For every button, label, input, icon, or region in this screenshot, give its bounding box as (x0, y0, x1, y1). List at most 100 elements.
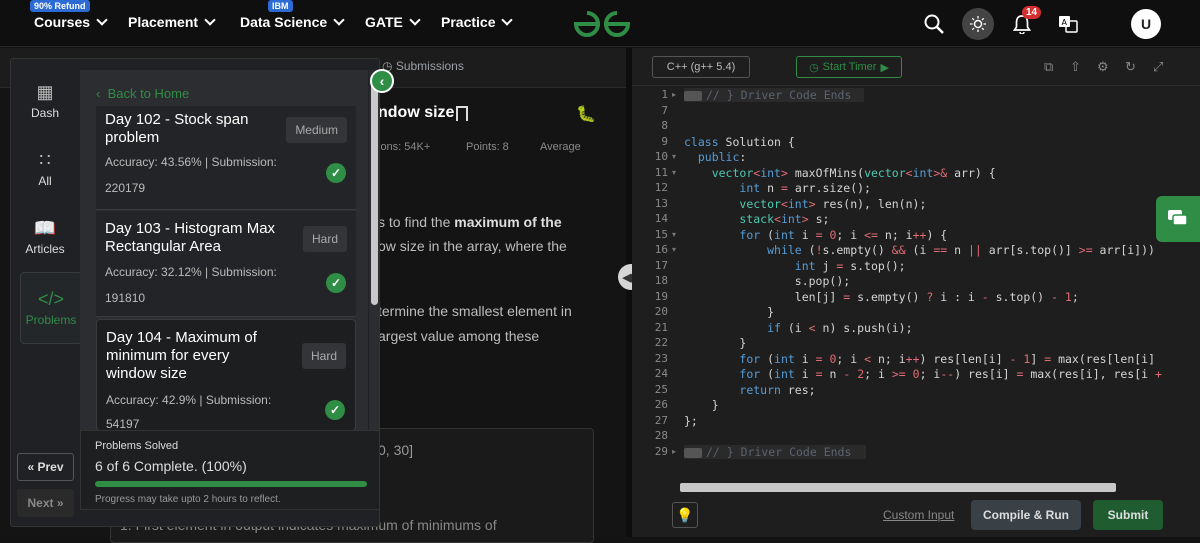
card-submissions: 220179 (105, 181, 146, 195)
collapse-sidebar-chevron-icon[interactable]: ‹ (370, 69, 394, 93)
fold-arrow-icon[interactable]: ▾ (672, 230, 676, 239)
line-number: 20 (654, 305, 668, 318)
start-timer-button[interactable]: ◷ Start Timer ▶ (796, 56, 902, 78)
dashboard-icon: ▦ (36, 82, 54, 102)
bookmark-icon[interactable] (456, 106, 468, 121)
code-comment: // } Driver Code Ends (706, 88, 852, 102)
chevron-down-icon (409, 14, 421, 26)
code-line: stack<int> s; (739, 212, 830, 226)
copy-icon[interactable]: ⧉ (1044, 59, 1053, 75)
line-number: 14 (654, 212, 668, 225)
nav-gate[interactable]: GATE (365, 14, 421, 30)
nav-placement[interactable]: Placement (128, 14, 216, 30)
code-line: } (684, 336, 747, 350)
prev-button[interactable]: « Prev (17, 453, 74, 481)
translate-icon[interactable]: A (1052, 8, 1084, 40)
rail-all[interactable]: ∷ All (14, 150, 76, 188)
code-line: vector<int> maxOfMins(vector<int>& arr) … (711, 166, 996, 180)
difficulty-badge: Hard (301, 343, 346, 369)
card-title-line: minimum for every (106, 347, 230, 364)
tab-submissions[interactable]: ◷ Submissions (382, 59, 464, 73)
bug-report-icon[interactable]: 🐛 (576, 104, 596, 124)
timer-label: Start Timer (822, 61, 877, 73)
lightbulb-icon[interactable]: 💡 (672, 502, 698, 528)
chat-icon[interactable] (1156, 196, 1200, 242)
submit-button[interactable]: Submit (1093, 500, 1163, 530)
code-line: class Solution { (684, 135, 795, 149)
card-title-line: Rectangular Area (105, 238, 221, 255)
play-icon: ▶ (880, 61, 889, 74)
notification-badge: 14 (1022, 6, 1042, 19)
line-number: 19 (654, 290, 668, 303)
rail-dash[interactable]: ▦ Dash (14, 82, 76, 120)
code-line: for (int i = n - 2; i >= 0; i--) res[i] … (739, 367, 1162, 381)
nav-practice[interactable]: Practice (441, 14, 514, 30)
code-line: } (684, 398, 719, 412)
code-line: for (int i = 0; i < n; i++) res[len[i] -… (739, 352, 1156, 366)
nav-practice-label: Practice (441, 14, 496, 30)
upload-icon[interactable]: ⇧ (1070, 59, 1081, 75)
gfg-logo[interactable] (572, 9, 632, 44)
list-item[interactable]: Day 103 - Histogram Max Rectangular Area… (96, 211, 356, 317)
code-icon: </> (37, 289, 65, 309)
rail-problems-label: Problems (25, 313, 77, 327)
code-line: if (i < n) s.push(i); (767, 321, 913, 335)
nav-courses[interactable]: Courses (34, 14, 108, 30)
fold-arrow-icon[interactable]: ▾ (672, 245, 676, 254)
reset-icon[interactable]: ↻ (1125, 59, 1136, 75)
language-select[interactable]: C++ (g++ 5.4) (652, 56, 750, 78)
difficulty-badge: Medium (286, 117, 347, 143)
list-item[interactable]: Day 102 - Stock span problem Medium Accu… (96, 106, 356, 210)
meta-average: Average (540, 141, 581, 153)
chevron-left-icon: ‹ (96, 86, 108, 101)
problem-text-line-3: termine the smallest element in (378, 303, 572, 319)
code-comment: // } Driver Code Ends (706, 445, 852, 459)
chevron-down-icon (333, 14, 345, 26)
sidebar-scrollbar[interactable] (371, 75, 378, 305)
chevron-down-icon (96, 14, 108, 26)
avatar[interactable]: U (1131, 9, 1161, 39)
line-number: 7 (661, 104, 668, 117)
next-button[interactable]: Next » (17, 489, 74, 517)
code-line: return res; (739, 383, 816, 397)
list-item-active[interactable]: Day 104 - Maximum of minimum for every w… (96, 319, 356, 431)
code-line: int n = arr.size(); (739, 181, 871, 195)
card-accuracy: Accuracy: 42.9% | Submission: (106, 393, 272, 407)
chevron-down-icon (501, 14, 514, 26)
rail-dash-label: Dash (30, 106, 59, 120)
back-to-home-link[interactable]: ‹ Back to Home (96, 86, 189, 101)
card-title-line: window size (106, 365, 187, 382)
fold-arrow-icon[interactable]: ▾ (672, 152, 676, 161)
ibm-badge: IBM (268, 0, 293, 12)
rail-articles[interactable]: 📖 Articles (14, 218, 76, 256)
fold-arrow-icon[interactable]: ▾ (672, 168, 676, 177)
compile-run-button[interactable]: Compile & Run (971, 500, 1081, 530)
editor-horizontal-scrollbar[interactable] (680, 483, 1116, 492)
fullscreen-icon[interactable]: ⤢ (1153, 59, 1163, 75)
search-icon[interactable] (918, 8, 950, 40)
check-icon: ✓ (325, 400, 345, 420)
code-line: for (int i = 0; i <= n; i++) { (739, 228, 948, 242)
line-number: 16 (654, 243, 668, 256)
rail-problems[interactable]: </> Problems (20, 272, 82, 344)
grid-icon: ∷ (39, 150, 51, 170)
nav-data-science[interactable]: Data Science (240, 14, 345, 30)
settings-gear-icon[interactable]: ⚙ (1097, 59, 1109, 75)
line-number: 18 (654, 274, 668, 287)
meta-submissions: ions: 54K+ (378, 141, 431, 153)
folded-marker-icon (684, 447, 702, 458)
svg-text:A: A (1062, 18, 1068, 27)
theme-toggle-sun-icon[interactable] (962, 8, 994, 40)
language-label: C++ (g++ 5.4) (666, 61, 736, 73)
line-number: 29 (654, 445, 668, 458)
custom-input-link[interactable]: Custom Input (883, 508, 954, 522)
line-number: 1 (661, 88, 668, 101)
rail-articles-label: Articles (25, 242, 65, 256)
fold-arrow-icon[interactable]: ▸ (672, 90, 676, 99)
problem-text-1a: s to find the (378, 214, 455, 230)
card-title-line: Day 103 - Histogram Max (105, 220, 276, 237)
problem-text-line-1: s to find the maximum of the (378, 214, 562, 230)
line-number: 26 (654, 398, 668, 411)
code-line: while (!s.empty() && (i == n || arr[s.to… (767, 243, 1155, 257)
fold-arrow-icon[interactable]: ▸ (672, 447, 676, 456)
